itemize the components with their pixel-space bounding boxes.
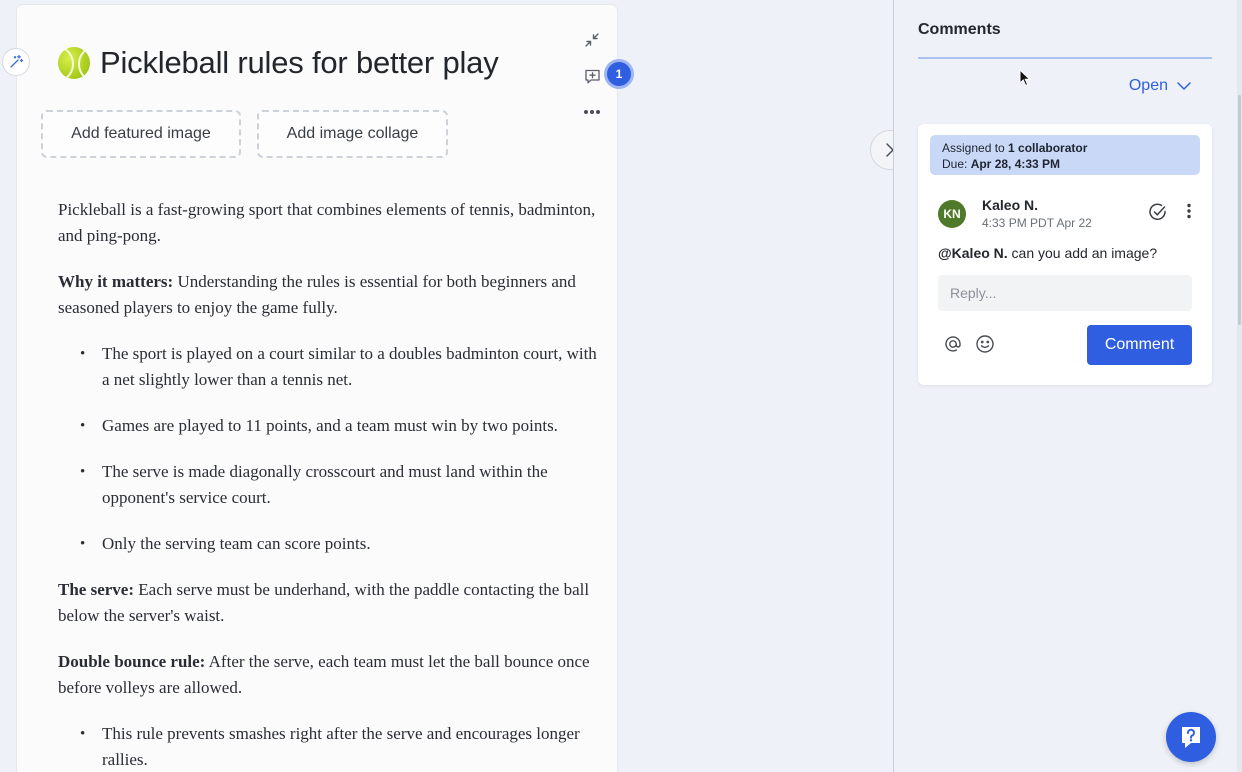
assigned-prefix: Assigned to — [942, 141, 1009, 155]
comment-body-text: can you add an image? — [1007, 245, 1158, 261]
emoji-smile-icon[interactable] — [975, 334, 997, 356]
scrollbar-thumb[interactable] — [1238, 95, 1241, 325]
double-bounce-list: This rule prevents smashes right after t… — [58, 721, 608, 772]
comments-panel: Comments Open Assigned to 1 collaborator… — [894, 0, 1236, 772]
panel-title-underline — [918, 57, 1212, 59]
serve-label: The serve: — [58, 580, 135, 599]
intro-paragraph: Pickleball is a fast-growing sport that … — [58, 200, 596, 245]
due-line: Due: Apr 28, 4:33 PM — [942, 156, 1188, 172]
document-title[interactable]: Pickleball rules for better play — [58, 45, 578, 81]
list-item: The serve is made diagonally crosscourt … — [80, 459, 608, 511]
mention-at-icon[interactable] — [943, 334, 965, 356]
due-date: Apr 28, 4:33 PM — [970, 157, 1061, 171]
document-body[interactable]: Pickleball is a fast-growing sport that … — [58, 197, 608, 772]
avatar: KN — [938, 200, 966, 228]
assigned-count: 1 collaborator — [1008, 141, 1088, 155]
serve-paragraph: The serve: Each serve must be underhand,… — [58, 577, 608, 629]
resolve-check-icon[interactable] — [1148, 202, 1168, 222]
comment-filter-label: Open — [1128, 77, 1168, 94]
mouse-cursor-icon — [1019, 68, 1031, 92]
document-title-text[interactable]: Pickleball rules for better play — [100, 45, 499, 81]
serve-text: Each serve must be underhand, with the p… — [58, 580, 590, 625]
comment-timestamp: 4:33 PM PDT Apr 22 — [982, 216, 1092, 230]
magic-wand-icon — [10, 54, 24, 68]
editor-card: Pickleball rules for better play Add fea… — [17, 5, 617, 772]
comment-body: @Kaleo N. can you add an image? — [938, 245, 1157, 261]
comment-filter-dropdown[interactable]: Open — [1129, 77, 1192, 95]
comment-author: Kaleo N. — [982, 197, 1039, 213]
rules-list: The sport is played on a court similar t… — [58, 341, 608, 557]
tennis-ball-emoji-icon — [58, 47, 90, 79]
comment-menu-icon[interactable] — [1186, 203, 1194, 221]
comment-thread-card[interactable]: Assigned to 1 collaborator Due: Apr 28, … — [918, 124, 1212, 385]
list-item: Games are played to 11 points, and a tea… — [80, 413, 608, 439]
list-item: This rule prevents smashes right after t… — [80, 721, 608, 772]
why-label: Why it matters: — [58, 272, 174, 291]
collapse-icon[interactable] — [581, 29, 603, 51]
help-question-icon — [1182, 727, 1200, 748]
add-comment-icon[interactable] — [581, 65, 603, 87]
ai-magic-wand-button[interactable] — [2, 48, 30, 76]
double-bounce-paragraph: Double bounce rule: After the serve, eac… — [58, 649, 608, 701]
help-chat-button[interactable] — [1166, 712, 1216, 762]
assigned-line: Assigned to 1 collaborator — [942, 140, 1188, 156]
mention-tag[interactable]: @Kaleo N. — [938, 245, 1008, 261]
more-options-icon[interactable] — [581, 101, 603, 123]
list-item: Only the serving team can score points. — [80, 531, 608, 557]
add-image-collage-button[interactable]: Add image collage — [257, 110, 448, 158]
due-prefix: Due: — [942, 157, 971, 171]
list-item: The sport is played on a court similar t… — [80, 341, 608, 393]
comment-count-badge[interactable]: 1 — [607, 62, 631, 86]
double-bounce-label: Double bounce rule: — [58, 652, 206, 671]
reply-input[interactable] — [938, 275, 1192, 311]
chevron-down-icon — [1177, 82, 1191, 90]
add-featured-image-button[interactable]: Add featured image — [41, 110, 241, 158]
assignment-banner: Assigned to 1 collaborator Due: Apr 28, … — [930, 135, 1200, 175]
why-paragraph: Why it matters: Understanding the rules … — [58, 269, 608, 321]
submit-comment-button[interactable]: Comment — [1087, 325, 1192, 365]
comments-panel-title: Comments — [918, 21, 1001, 38]
